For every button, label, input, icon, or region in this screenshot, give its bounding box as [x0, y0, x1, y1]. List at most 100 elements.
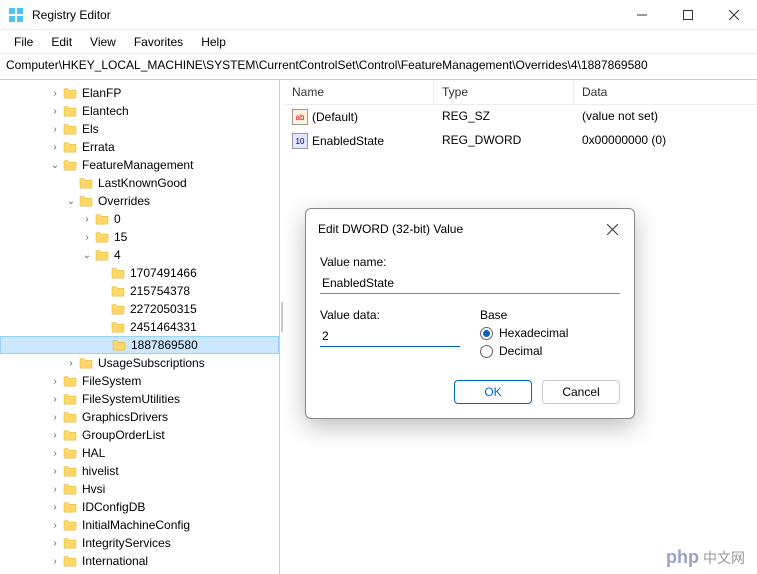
tree-item[interactable]: 2272050315: [0, 300, 279, 318]
tree-item[interactable]: ›Errata: [0, 138, 279, 156]
expand-icon[interactable]: ›: [48, 466, 62, 477]
tree-item[interactable]: ›IDConfigDB: [0, 498, 279, 516]
expand-icon[interactable]: ›: [48, 142, 62, 153]
window-title: Registry Editor: [32, 8, 619, 22]
folder-icon: [94, 212, 110, 226]
tree-item[interactable]: ›FileSystem: [0, 372, 279, 390]
expand-icon[interactable]: ⌄: [64, 196, 78, 207]
tree-item[interactable]: 1707491466: [0, 264, 279, 282]
tree-item[interactable]: ⌄FeatureManagement: [0, 156, 279, 174]
folder-icon: [62, 536, 78, 550]
tree-item-label: 215754378: [130, 284, 190, 298]
expand-icon[interactable]: ⌄: [48, 160, 62, 171]
tree-item-label: International: [82, 554, 148, 568]
tree-item-label: 1887869580: [131, 338, 198, 352]
expand-icon[interactable]: ›: [48, 484, 62, 495]
tree-item[interactable]: ›0: [0, 210, 279, 228]
folder-icon: [62, 86, 78, 100]
tree-item-label: HAL: [82, 446, 105, 460]
tree-item[interactable]: › HAL: [0, 444, 279, 462]
maximize-button[interactable]: [665, 0, 711, 29]
expand-icon[interactable]: ›: [48, 88, 62, 99]
tree-item[interactable]: ⌄ Overrides: [0, 192, 279, 210]
radio-dec-label: Decimal: [499, 344, 542, 358]
expand-icon[interactable]: ›: [48, 538, 62, 549]
dialog-close-button[interactable]: [602, 219, 622, 239]
tree-item[interactable]: › UsageSubscriptions: [0, 354, 279, 372]
expand-icon[interactable]: ›: [48, 124, 62, 135]
value-name-input[interactable]: [320, 273, 620, 294]
tree-item[interactable]: › International: [0, 552, 279, 570]
menu-help[interactable]: Help: [193, 32, 234, 52]
address-bar[interactable]: Computer\HKEY_LOCAL_MACHINE\SYSTEM\Curre…: [0, 54, 757, 80]
expand-icon[interactable]: ›: [48, 502, 62, 513]
splitter[interactable]: [280, 80, 284, 574]
menu-view[interactable]: View: [82, 32, 124, 52]
tree-item-label: Overrides: [98, 194, 150, 208]
tree-item[interactable]: › ElanFP: [0, 84, 279, 102]
tree-item[interactable]: › GroupOrderList: [0, 426, 279, 444]
minimize-button[interactable]: [619, 0, 665, 29]
folder-icon: [62, 500, 78, 514]
tree-item[interactable]: 1887869580: [0, 336, 279, 354]
radio-hexadecimal[interactable]: Hexadecimal: [480, 326, 620, 340]
tree-item[interactable]: ›hivelist: [0, 462, 279, 480]
header-type[interactable]: Type: [434, 80, 574, 104]
expand-icon[interactable]: ›: [48, 520, 62, 531]
tree-item-label: ElanFP: [82, 86, 121, 100]
tree-item[interactable]: ›GraphicsDrivers: [0, 408, 279, 426]
expand-icon[interactable]: ›: [80, 232, 94, 243]
list-header: Name Type Data: [284, 80, 757, 105]
tree-item-label: FileSystemUtilities: [82, 392, 180, 406]
tree-item[interactable]: › FileSystemUtilities: [0, 390, 279, 408]
expand-icon[interactable]: ›: [48, 412, 62, 423]
close-button[interactable]: [711, 0, 757, 29]
menubar: File Edit View Favorites Help: [0, 30, 757, 54]
value-data: 0x00000000 (0): [574, 131, 757, 151]
expand-icon[interactable]: ›: [48, 376, 62, 387]
expand-icon[interactable]: ⌄: [80, 250, 94, 261]
header-data[interactable]: Data: [574, 80, 757, 104]
expand-icon[interactable]: ›: [80, 214, 94, 225]
tree-item[interactable]: 2451464331: [0, 318, 279, 336]
folder-icon: [110, 266, 126, 280]
expand-icon[interactable]: ›: [48, 430, 62, 441]
tree-item[interactable]: › 15: [0, 228, 279, 246]
menu-edit[interactable]: Edit: [43, 32, 80, 52]
tree-item[interactable]: LastKnownGood: [0, 174, 279, 192]
tree-item[interactable]: ⌄4: [0, 246, 279, 264]
tree-item-label: Elantech: [82, 104, 129, 118]
tree-item[interactable]: ›InitialMachineConfig: [0, 516, 279, 534]
radio-decimal[interactable]: Decimal: [480, 344, 620, 358]
tree-item[interactable]: › Elantech: [0, 102, 279, 120]
value-data-input[interactable]: [320, 326, 460, 347]
tree-item[interactable]: 215754378: [0, 282, 279, 300]
folder-icon: [62, 464, 78, 478]
tree-item-label: 15: [114, 230, 127, 244]
cancel-button[interactable]: Cancel: [542, 380, 620, 404]
tree-panel[interactable]: › ElanFP › Elantech › Els ›Errata⌄FeatureManag…: [0, 80, 280, 574]
radio-icon: [480, 327, 493, 340]
ok-button[interactable]: OK: [454, 380, 532, 404]
menu-favorites[interactable]: Favorites: [126, 32, 191, 52]
folder-icon: [111, 338, 127, 352]
folder-icon: [62, 122, 78, 136]
header-name[interactable]: Name: [284, 80, 434, 104]
tree-item-label: GroupOrderList: [82, 428, 165, 442]
tree-item-label: UsageSubscriptions: [98, 356, 205, 370]
expand-icon[interactable]: ›: [48, 106, 62, 117]
tree-item[interactable]: ›IntegrityServices: [0, 534, 279, 552]
list-row[interactable]: ab(Default)REG_SZ(value not set): [284, 105, 757, 129]
expand-icon[interactable]: ›: [48, 556, 62, 567]
tree-item[interactable]: › Els: [0, 120, 279, 138]
tree-item-label: Els: [82, 122, 99, 136]
value-data: (value not set): [574, 107, 757, 127]
expand-icon[interactable]: ›: [48, 394, 62, 405]
expand-icon[interactable]: ›: [48, 448, 62, 459]
list-row[interactable]: 10EnabledStateREG_DWORD0x00000000 (0): [284, 129, 757, 153]
tree-item-label: 2451464331: [130, 320, 197, 334]
menu-file[interactable]: File: [6, 32, 41, 52]
expand-icon[interactable]: ›: [64, 358, 78, 369]
tree-item[interactable]: ›Hvsi: [0, 480, 279, 498]
string-value-icon: ab: [292, 109, 308, 125]
